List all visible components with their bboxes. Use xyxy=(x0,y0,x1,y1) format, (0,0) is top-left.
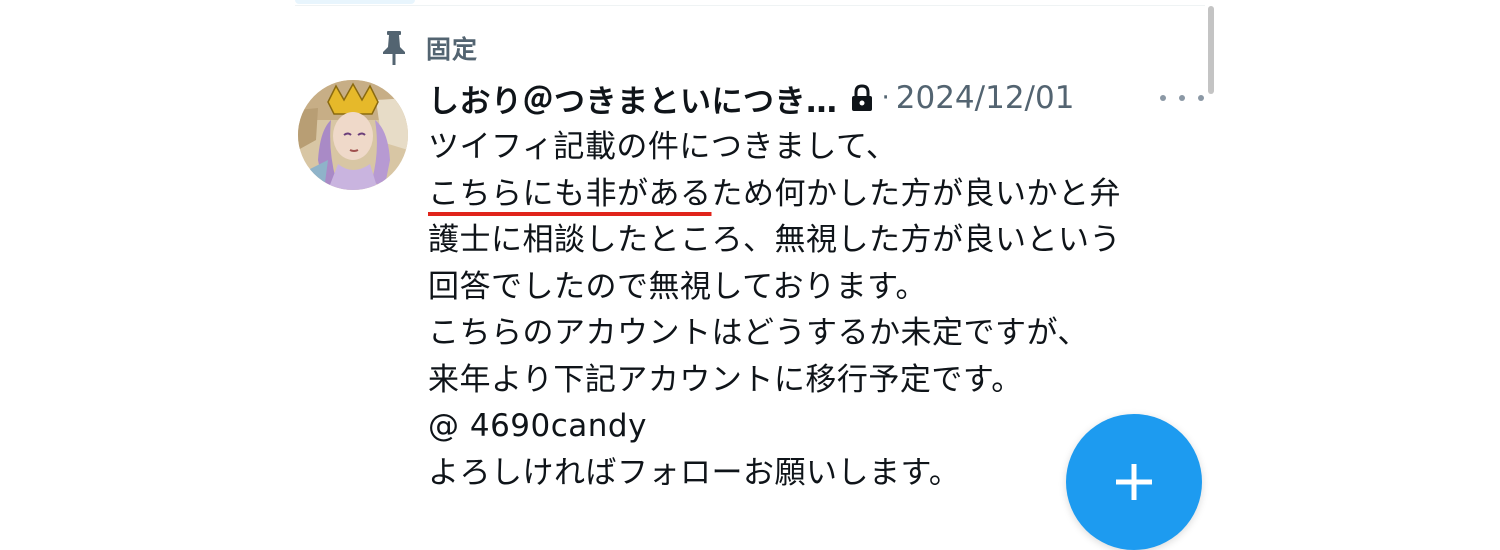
separator: · xyxy=(881,83,890,113)
more-horizontal-icon xyxy=(1160,95,1166,101)
tweet-line: ツイフィ記載の件につきまして、 xyxy=(428,129,898,165)
tweet-line: 来年より下記アカウントに移行予定です。 xyxy=(428,361,1023,398)
tweet-line: 回答でしたので無視しております。 xyxy=(428,268,928,305)
underlined-phrase: こちらにも非がある xyxy=(428,175,712,212)
avatar[interactable] xyxy=(298,80,408,190)
more-options-button[interactable] xyxy=(1160,78,1204,118)
scrollbar-thumb[interactable] xyxy=(1208,6,1214,94)
tweet-header: しおり＠つきまといにつき… · 2024/12/01 xyxy=(428,72,1208,124)
top-divider xyxy=(295,5,1205,6)
top-tab-indicator xyxy=(295,0,415,4)
more-dot xyxy=(1198,95,1204,101)
pinned-indicator: 固定 xyxy=(380,28,478,68)
plus-icon xyxy=(1116,464,1152,500)
tweet-date[interactable]: 2024/12/01 xyxy=(896,80,1075,116)
pinned-label: 固定 xyxy=(426,35,479,64)
compose-button[interactable] xyxy=(1066,414,1202,550)
tweet-line: 護士に相談したところ、無視した方が良いという xyxy=(428,222,1121,258)
more-dot xyxy=(1179,95,1185,101)
author-name[interactable]: しおり＠つきまといにつき… xyxy=(428,76,838,121)
pin-icon xyxy=(383,31,405,65)
tweet-line-rest: ため何かした方が良いかと弁 xyxy=(711,175,1121,212)
lock-icon xyxy=(851,84,872,111)
tweet-line: こちらのアカウントはどうするか未定ですが、 xyxy=(428,315,1089,351)
tweet-line: こちらにも非があるため何かした方が良いかと弁 xyxy=(428,171,1198,218)
